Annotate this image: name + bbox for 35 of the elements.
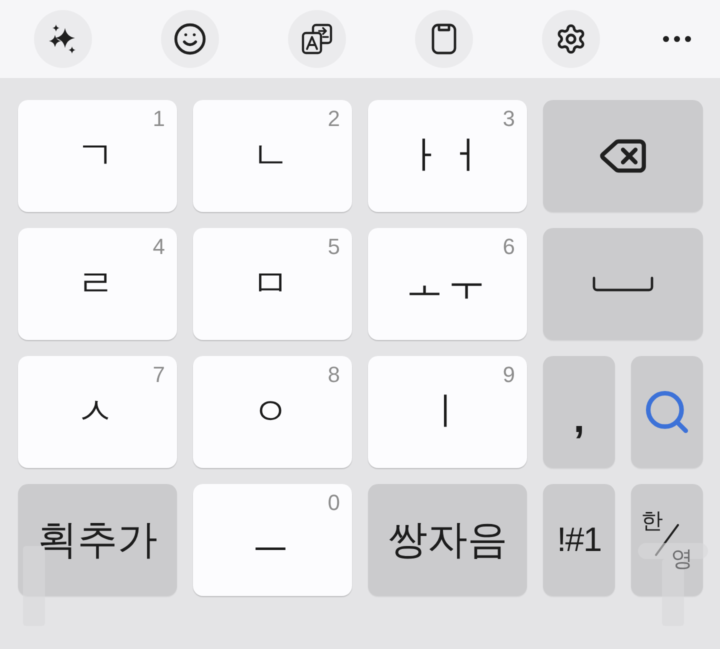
key-number-hint: 4 bbox=[152, 236, 165, 258]
letter-key[interactable]: ㅅ 7 bbox=[18, 356, 177, 468]
smiley-icon bbox=[173, 22, 207, 56]
letter-key[interactable]: ㄴ 2 bbox=[193, 100, 352, 212]
letter-key[interactable]: ㅡ 0 bbox=[193, 484, 352, 596]
more-icon bbox=[663, 36, 691, 42]
language-option: 한 bbox=[641, 510, 663, 532]
key-number-hint: 1 bbox=[152, 108, 165, 130]
key-number-hint: 8 bbox=[328, 364, 340, 386]
comma-key[interactable]: , bbox=[543, 356, 615, 468]
symbols-key[interactable]: !#1 bbox=[543, 484, 615, 596]
clipboard-icon bbox=[431, 23, 457, 55]
search-key[interactable] bbox=[631, 356, 703, 468]
function-key[interactable]: 쌍자음 bbox=[368, 484, 527, 596]
key-number-hint: 5 bbox=[328, 236, 340, 258]
letter-key[interactable]: ㄹ 4 bbox=[18, 228, 177, 340]
letter-key[interactable]: ㅏㅓ 3 bbox=[368, 100, 527, 212]
language-toggle-key[interactable]: 한 영 bbox=[631, 484, 703, 596]
backspace-key[interactable] bbox=[543, 100, 703, 212]
translate-icon bbox=[301, 23, 333, 55]
letter-key[interactable]: ㅗㅜ 6 bbox=[368, 228, 527, 340]
key-number-hint: 2 bbox=[328, 108, 340, 130]
space-bar-icon bbox=[592, 276, 654, 292]
letter-key[interactable]: ㄱ 1 bbox=[18, 100, 177, 212]
key-number-hint: 6 bbox=[502, 236, 515, 258]
letter-key[interactable]: ㅇ 8 bbox=[193, 356, 352, 468]
language-option: 영 bbox=[671, 548, 693, 570]
settings-icon bbox=[555, 23, 587, 55]
key-number-hint: 3 bbox=[502, 108, 515, 130]
key-number-hint: 0 bbox=[328, 492, 340, 514]
key-number-hint: 7 bbox=[152, 364, 165, 386]
function-key[interactable]: 획추가 bbox=[18, 484, 177, 596]
key-number-hint: 9 bbox=[502, 364, 515, 386]
letter-key[interactable]: ㅣ 9 bbox=[368, 356, 527, 468]
letter-key[interactable]: ㅁ 5 bbox=[193, 228, 352, 340]
